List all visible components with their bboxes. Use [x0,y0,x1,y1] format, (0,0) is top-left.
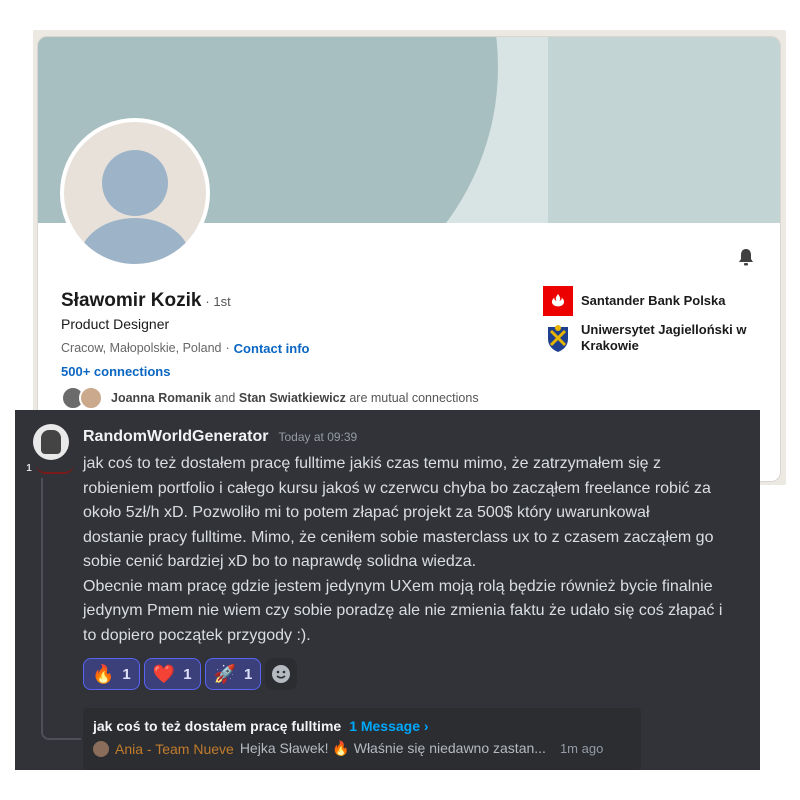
mutual-avatars [61,386,103,410]
reaction-heart[interactable]: ❤️ 1 [143,658,201,690]
avatar [93,740,109,757]
bell-icon[interactable] [736,247,756,267]
reaction-count: 1 [183,665,192,683]
default-person-icon [64,122,206,264]
location-separator: · [225,341,230,355]
message-line: sobie cenić bardziej xD bo to naprawdę s… [83,553,477,570]
reaction-count: 1 [243,665,253,683]
profile-name: Sławomir Kozik [61,290,202,311]
profile-name-row: Sławomir Kozik · 1st [61,290,231,312]
thread-message-count[interactable]: 1 Message › [349,718,428,734]
username[interactable]: RandomWorldGenerator [83,428,269,446]
connections-link[interactable]: 500+ connections [61,364,170,379]
avatar-badge: 1 [22,461,36,475]
profile-location: Cracow, Małopolskie, Poland [61,341,222,355]
uj-crest-logo [543,323,573,353]
company-santander[interactable]: Santander Bank Polska [543,286,726,316]
thread-time-ago: 1m ago [559,741,604,756]
santander-logo [543,286,573,316]
message-header: RandomWorldGenerator Today at 09:39 [83,428,357,446]
reaction-fire[interactable]: 🔥 1 [83,658,140,690]
message-line: to dopiero początek przygody :). [83,626,311,644]
message-line: Obecnie mam pracę gdzie jestem jedynym U… [83,577,713,595]
message-line: około 5zł/h xD. Pozwoliło mi to potem zł… [83,504,650,521]
avatar [79,386,103,410]
message-line: jedynym Pmem nie wiem czy sobie poradzę … [83,602,723,619]
add-reaction-button[interactable] [265,658,298,690]
connection-degree: · 1st [205,294,231,309]
fire-emoji-icon: 🔥 [92,664,115,684]
profile-location-row: Cracow, Małopolskie, Poland · Contact in… [61,341,310,356]
reaction-count: 1 [122,665,131,683]
contact-info-link[interactable]: Contact info [234,341,310,356]
company-uj[interactable]: Uniwersytet Jagielloński w Krakowie [543,322,761,354]
discord-message-panel: 1 RandomWorldGenerator Today at 09:39 ja… [15,410,760,770]
avatar-decoration [36,464,74,474]
reactions-bar: 🔥 1 ❤️ 1 🚀 1 [83,658,298,690]
thread-author: Ania - Team Nueve [115,740,234,757]
mutual-connections-text: Joanna Romanik and Stan Swiatkiewicz are… [111,391,479,405]
thread-connector [41,478,81,740]
message-line: jak coś to też dostałem pracę fulltime j… [83,455,661,472]
message-line: dostanie pracy fulltime. Mimo, że ceniłe… [83,528,714,546]
mutual-connections[interactable]: Joanna Romanik and Stan Swiatkiewicz are… [61,386,479,410]
company-name: Santander Bank Polska [581,293,726,308]
company-name: Uniwersytet Jagielloński w Krakowie [581,322,747,353]
thread-last-message: Ania - Team Nueve Hejka Sławek! 🔥 Właśni… [93,740,631,757]
user-avatar[interactable] [33,424,69,460]
message-timestamp: Today at 09:39 [278,430,358,444]
message-content: jak coś to też dostałem pracę fulltime j… [83,452,763,648]
rocket-emoji-icon: 🚀 [213,664,236,684]
message-line: robieniem portfolio i całego kursu jakoś… [83,479,711,497]
thread-title: jak coś to też dostałem pracę fulltime [93,718,342,734]
thread-preview-text: Hejka Sławek! 🔥 Właśnie się niedawno zas… [239,740,546,756]
reaction-rocket[interactable]: 🚀 1 [204,658,262,690]
thread-title-row: jak coś to też dostałem pracę fulltime 1… [93,718,631,734]
heart-emoji-icon: ❤️ [152,664,176,684]
profile-headline: Product Designer [61,316,170,332]
profile-avatar[interactable] [60,118,210,268]
thread-preview[interactable]: jak coś to też dostałem pracę fulltime 1… [83,708,641,770]
smiley-icon [272,665,291,683]
